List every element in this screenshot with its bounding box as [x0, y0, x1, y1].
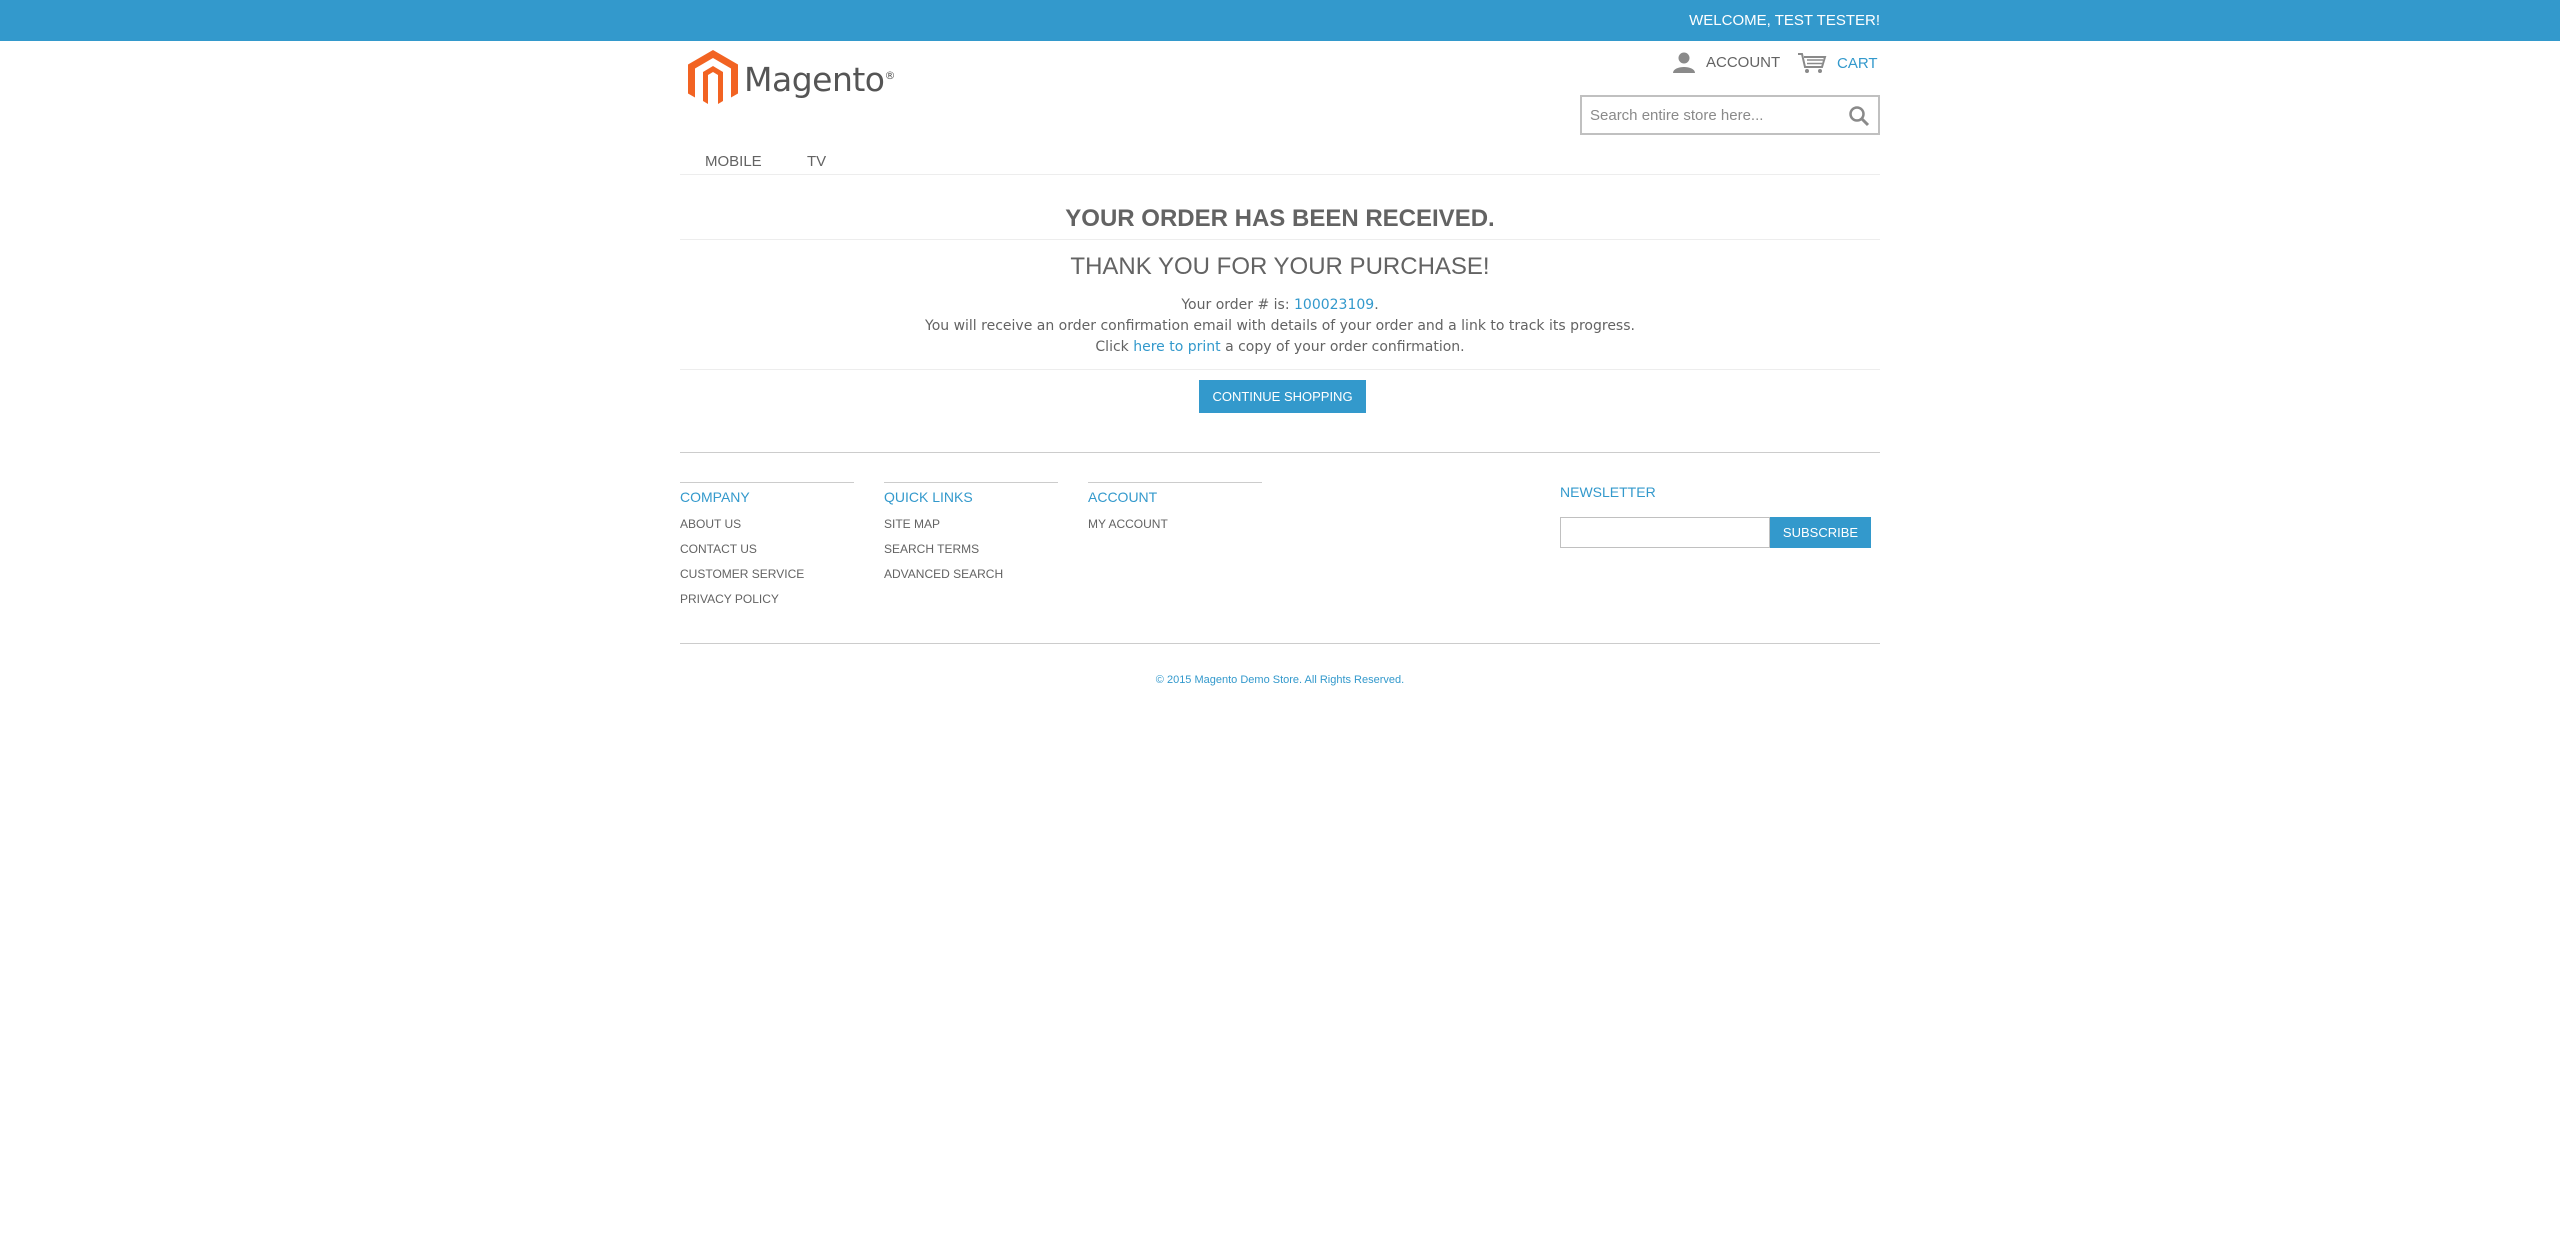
footer-column-quick-links: QUICK LINKS SITE MAP SEARCH TERMS ADVANC… — [884, 482, 1058, 592]
footer-link-about-us[interactable]: ABOUT US — [680, 517, 854, 542]
footer-link-my-account[interactable]: MY ACCOUNT — [1088, 517, 1262, 542]
footer-link-privacy-policy[interactable]: PRIVACY POLICY — [680, 592, 854, 617]
footer-column-account: ACCOUNT MY ACCOUNT — [1088, 482, 1262, 542]
print-link[interactable]: here to print — [1133, 339, 1220, 355]
account-link[interactable]: ACCOUNT — [1672, 51, 1780, 73]
cart-link[interactable]: CART — [1797, 51, 1878, 75]
page-title: YOUR ORDER HAS BEEN RECEIVED. — [1065, 205, 1495, 232]
newsletter-email-input[interactable] — [1560, 517, 1770, 548]
footer-link-customer-service[interactable]: CUSTOMER SERVICE — [680, 567, 854, 592]
search-box — [1580, 95, 1880, 135]
footer-column-title: ACCOUNT — [1088, 482, 1262, 505]
footer-link-contact-us[interactable]: CONTACT US — [680, 542, 854, 567]
search-input[interactable] — [1582, 97, 1840, 133]
cart-icon — [1798, 53, 1827, 73]
magento-logo-icon — [688, 50, 738, 104]
newsletter-title: NEWSLETTER — [1560, 484, 1656, 500]
title-divider — [680, 239, 1880, 240]
nav-item-tv[interactable]: TV — [807, 153, 826, 170]
logo-text: Magento® — [744, 59, 895, 99]
footer-link-advanced-search[interactable]: ADVANCED SEARCH — [884, 567, 1058, 592]
print-line: Click here to print a copy of your order… — [1095, 339, 1465, 355]
footer-top-divider — [680, 452, 1880, 453]
footer-bottom-divider — [680, 643, 1880, 644]
email-notice: You will receive an order confirmation e… — [925, 318, 1635, 334]
footer-link-site-map[interactable]: SITE MAP — [884, 517, 1058, 542]
account-icon — [1673, 52, 1695, 73]
continue-shopping-button[interactable]: CONTINUE SHOPPING — [1199, 380, 1366, 413]
order-number-line: Your order # is: 100023109. — [1181, 297, 1379, 313]
content-divider — [680, 369, 1880, 370]
copyright-text: © 2015 Magento Demo Store. All Rights Re… — [1155, 674, 1405, 686]
nav-item-mobile[interactable]: MOBILE — [705, 153, 762, 170]
store-logo[interactable]: Magento® — [688, 50, 895, 108]
thank-you-heading: THANK YOU FOR YOUR PURCHASE! — [1070, 253, 1490, 280]
main-navigation: MOBILE TV — [680, 146, 1880, 175]
cart-label: CART — [1837, 54, 1878, 72]
account-label: ACCOUNT — [1706, 53, 1781, 71]
search-icon[interactable] — [1848, 105, 1870, 132]
welcome-message: WELCOME, TEST TESTER! — [1689, 12, 1880, 29]
footer-column-company: COMPANY ABOUT US CONTACT US CUSTOMER SER… — [680, 482, 854, 617]
footer-column-title: QUICK LINKS — [884, 482, 1058, 505]
footer-link-search-terms[interactable]: SEARCH TERMS — [884, 542, 1058, 567]
top-bar: WELCOME, TEST TESTER! — [0, 0, 2560, 41]
subscribe-button[interactable]: SUBSCRIBE — [1770, 517, 1871, 548]
footer-column-title: COMPANY — [680, 482, 854, 505]
order-number-link[interactable]: 100023109 — [1294, 297, 1374, 313]
